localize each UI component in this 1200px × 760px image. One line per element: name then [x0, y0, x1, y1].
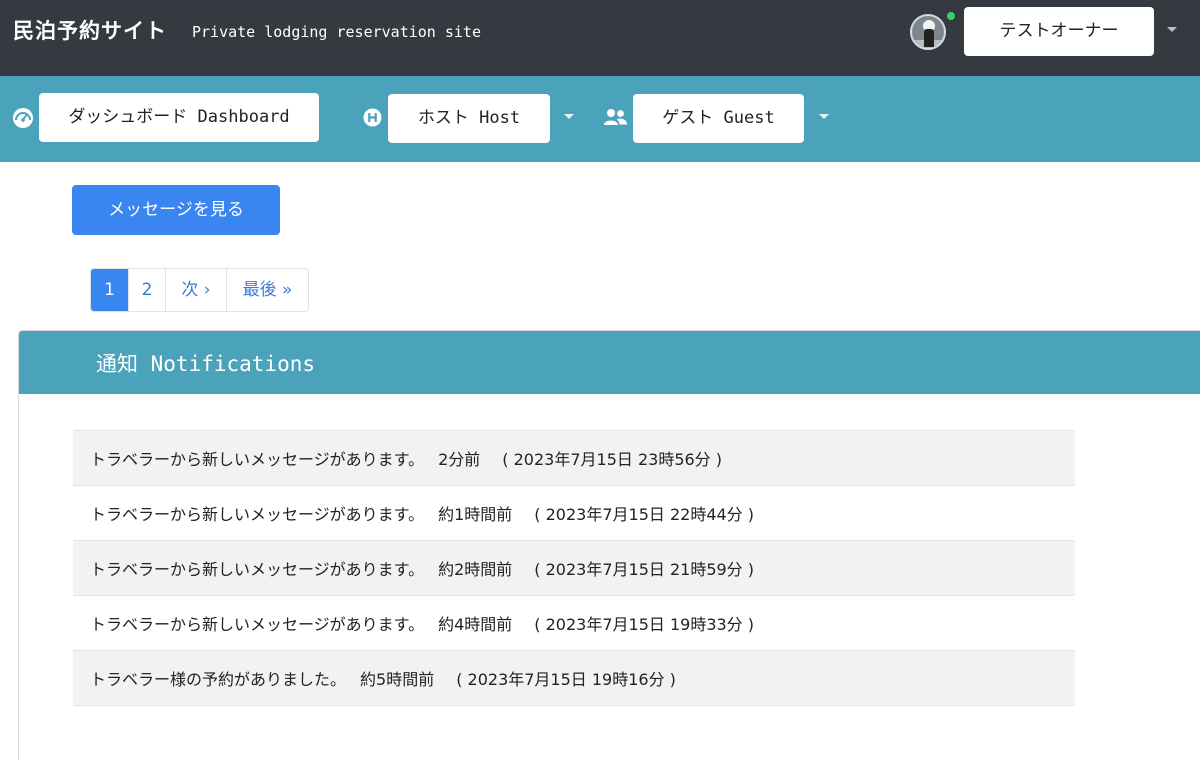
notification-item[interactable]: トラベラーから新しいメッセージがあります。 約1時間前 ( 2023年7月15日…	[73, 486, 1075, 541]
site-subtitle: Private lodging reservation site	[192, 23, 481, 41]
notifications-list: トラベラーから新しいメッセージがあります。 2分前 ( 2023年7月15日 2…	[73, 430, 1075, 706]
main-nav: ダッシュボード Dashboard ホスト Host ゲスト Guest	[0, 76, 1200, 162]
nav-host-button[interactable]: ホスト Host	[388, 94, 550, 143]
host-h-icon	[363, 108, 382, 127]
notification-item[interactable]: トラベラーから新しいメッセージがあります。 約4時間前 ( 2023年7月15日…	[73, 596, 1075, 651]
notification-timestamp: ( 2023年7月15日 22時44分 )	[534, 505, 755, 524]
nav-guest-button[interactable]: ゲスト Guest	[633, 94, 804, 143]
notification-item[interactable]: トラベラー様の予約がありました。 約5時間前 ( 2023年7月15日 19時1…	[73, 651, 1075, 706]
notifications-title: 通知 Notifications	[96, 352, 316, 376]
notification-relative-time: 約5時間前	[360, 670, 435, 689]
notification-timestamp: ( 2023年7月15日 19時16分 )	[456, 670, 676, 689]
notification-timestamp: ( 2023年7月15日 21時59分 )	[534, 560, 755, 579]
chevron-down-icon[interactable]	[1167, 27, 1177, 32]
notification-timestamp: ( 2023年7月15日 23時56分 )	[502, 450, 723, 469]
notification-item[interactable]: トラベラーから新しいメッセージがあります。 2分前 ( 2023年7月15日 2…	[73, 431, 1075, 486]
notification-relative-time: 約2時間前	[438, 560, 513, 579]
notification-message: トラベラーから新しいメッセージがあります。	[90, 505, 425, 524]
notification-timestamp: ( 2023年7月15日 19時33分 )	[534, 615, 755, 634]
notification-message: トラベラーから新しいメッセージがあります。	[90, 615, 425, 634]
notification-relative-time: 約1時間前	[438, 505, 513, 524]
chevron-down-icon[interactable]	[564, 114, 574, 119]
view-messages-button[interactable]: メッセージを見る	[72, 185, 280, 235]
top-header: 民泊予約サイト Private lodging reservation site…	[0, 0, 1200, 76]
notifications-card: 通知 Notifications トラベラーから新しいメッセージがあります。 2…	[18, 330, 1200, 760]
nav-dashboard-button[interactable]: ダッシュボード Dashboard	[39, 93, 319, 142]
page-link-2[interactable]: 2	[129, 269, 166, 311]
avatar[interactable]	[910, 14, 946, 50]
speedometer-icon	[12, 107, 34, 129]
last-page-link[interactable]: 最後 »	[227, 269, 308, 311]
user-menu-button[interactable]: テストオーナー	[964, 7, 1154, 56]
notification-relative-time: 2分前	[438, 450, 481, 469]
notification-relative-time: 約4時間前	[438, 615, 513, 634]
pagination: 1 2 次 › 最後 »	[90, 268, 309, 312]
notification-message: トラベラーから新しいメッセージがあります。	[90, 450, 425, 469]
users-icon	[603, 108, 628, 127]
online-status-dot	[945, 10, 957, 22]
notifications-header: 通知 Notifications	[19, 331, 1200, 394]
page-link-1[interactable]: 1	[91, 269, 129, 311]
chevron-down-icon[interactable]	[819, 114, 829, 119]
next-page-link[interactable]: 次 ›	[166, 269, 227, 311]
notification-message: トラベラー様の予約がありました。	[90, 670, 347, 689]
notification-item[interactable]: トラベラーから新しいメッセージがあります。 約2時間前 ( 2023年7月15日…	[73, 541, 1075, 596]
notification-message: トラベラーから新しいメッセージがあります。	[90, 560, 425, 579]
site-title[interactable]: 民泊予約サイト	[13, 15, 167, 45]
